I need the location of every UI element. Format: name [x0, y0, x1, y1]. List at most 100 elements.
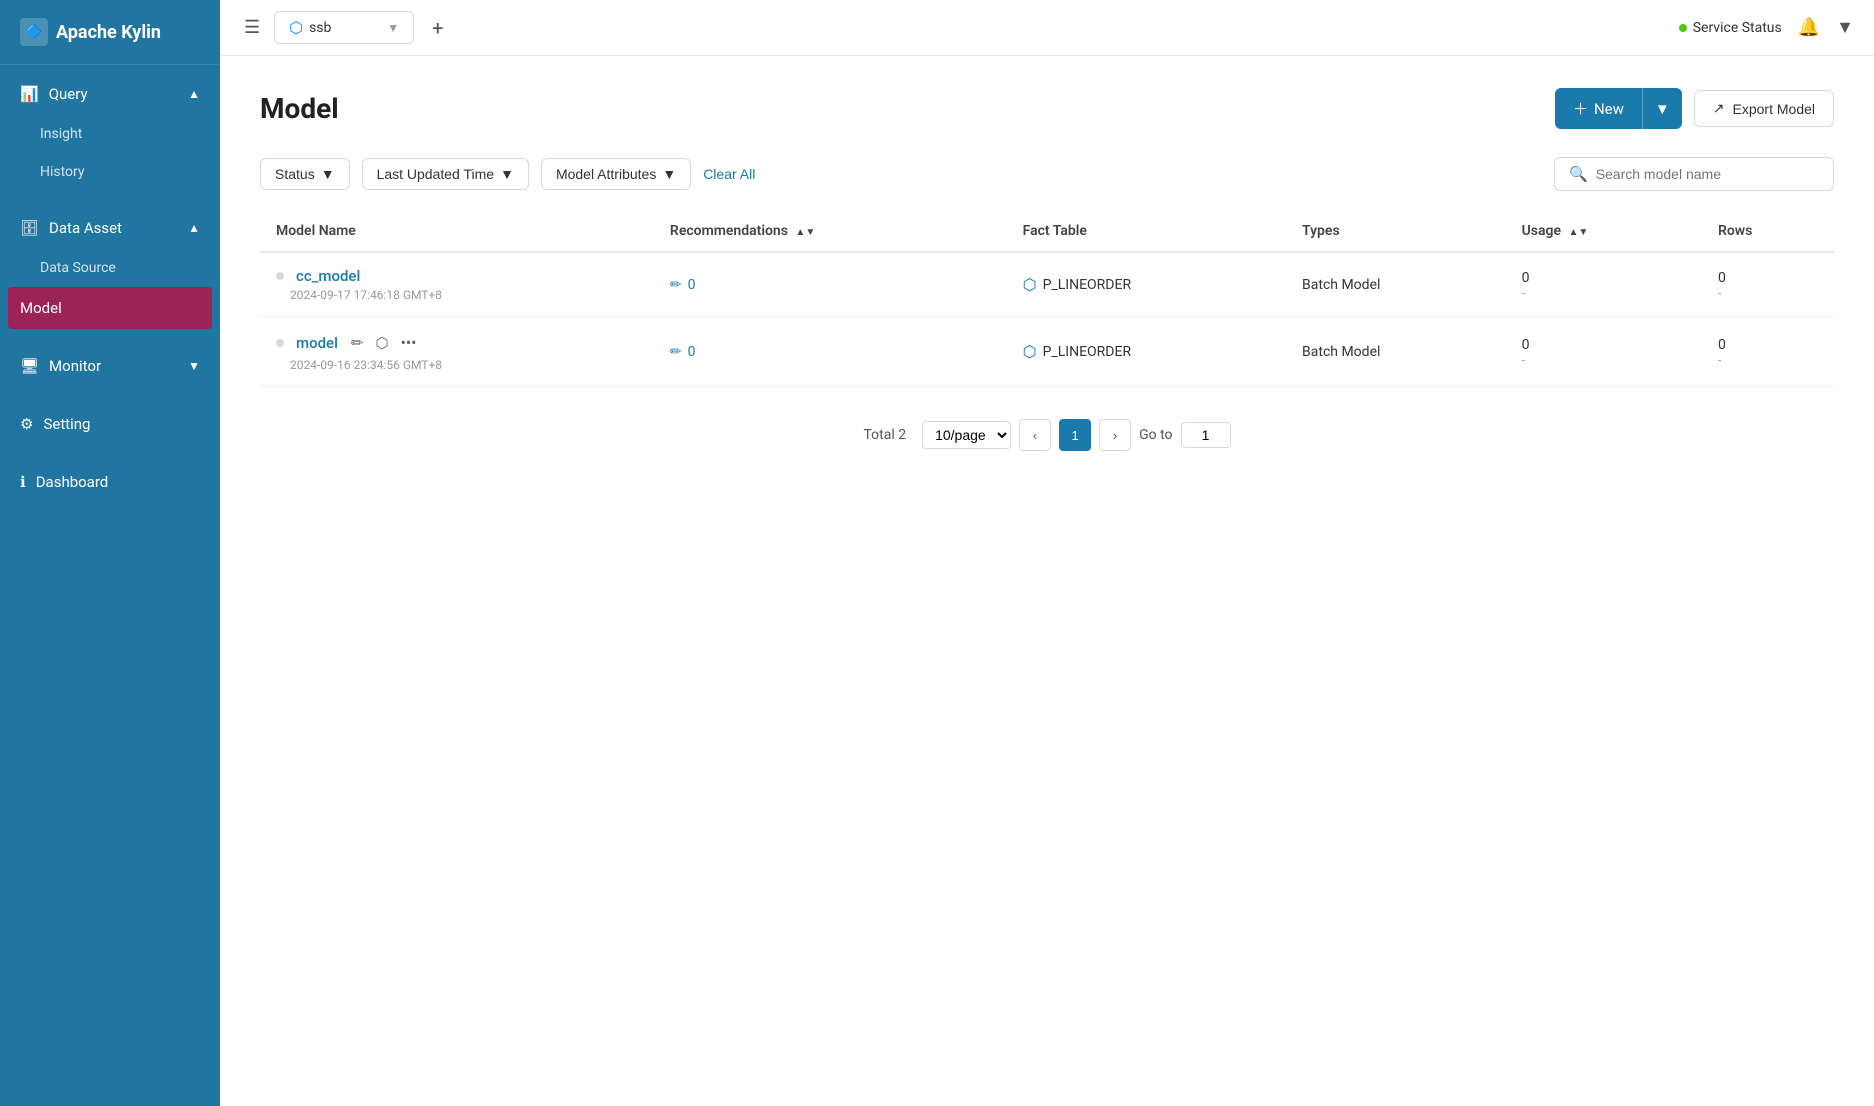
service-status: Service Status	[1679, 20, 1782, 36]
col-recommendations[interactable]: Recommendations ▲▼	[654, 211, 1007, 252]
cell-usage-cc_model: 0 -	[1506, 252, 1702, 317]
sidebar-item-label: Query	[49, 85, 88, 103]
sidebar-section-query: 📊 Query ▲ Insight History	[0, 65, 220, 199]
fact-table-name: P_LINEORDER	[1043, 344, 1131, 360]
header-actions: ＋ New ▼ ↗ Export Model	[1555, 88, 1834, 129]
new-button-label: New	[1594, 100, 1624, 118]
model-date: 2024-09-16 23:34:56 GMT+8	[276, 358, 638, 372]
sidebar-item-label: Dashboard	[36, 473, 109, 491]
sidebar-item-monitor[interactable]: 🖥 Monitor ▼	[0, 345, 220, 387]
col-types: Types	[1286, 211, 1506, 252]
model-table: Model Name Recommendations ▲▼ Fact Table…	[260, 211, 1834, 387]
project-chevron-icon: ▼	[387, 21, 399, 35]
table-row: cc_model 2024-09-17 17:46:18 GMT+8 ✏ 0 ⬡…	[260, 252, 1834, 317]
new-button[interactable]: ＋ New	[1555, 88, 1643, 129]
edit-icon[interactable]: ✏	[348, 331, 367, 355]
recommendations-link[interactable]: ✏ 0	[670, 277, 991, 293]
model-label: Model	[20, 299, 62, 317]
search-input[interactable]	[1596, 166, 1819, 182]
model-status-dot	[276, 272, 284, 280]
settings-icon[interactable]: ⬡	[372, 331, 391, 355]
setting-icon: ⚙	[20, 415, 33, 433]
sort-icon: ▲▼	[795, 228, 815, 238]
col-fact-table: Fact Table	[1007, 211, 1286, 252]
data-source-label: Data Source	[40, 260, 116, 276]
status-filter-label: Status	[275, 166, 315, 182]
plus-icon: ＋	[1573, 98, 1588, 119]
recommendations-link[interactable]: ✏ 0	[670, 344, 991, 360]
table-row: model ✏ ⬡ ••• 2024-09-16 23:34:56 GMT+8 …	[260, 317, 1834, 387]
cell-model-name-cc_model: cc_model 2024-09-17 17:46:18 GMT+8	[260, 252, 654, 317]
new-button-group: ＋ New ▼	[1555, 88, 1682, 129]
add-tab-button[interactable]: +	[424, 12, 451, 44]
sort-icon: ▲▼	[1569, 228, 1589, 238]
chevron-up-icon: ▲	[188, 87, 200, 101]
fact-table-name: P_LINEORDER	[1043, 277, 1131, 293]
sidebar-item-label: Setting	[43, 415, 90, 433]
model-name-text[interactable]: model	[296, 334, 338, 352]
col-rows: Rows	[1702, 211, 1834, 252]
cell-model-name-model: model ✏ ⬡ ••• 2024-09-16 23:34:56 GMT+8	[260, 317, 654, 387]
cell-rows-cc_model: 0 -	[1702, 252, 1834, 317]
project-icon: ⬡	[289, 18, 303, 37]
pagination: Total 2 10/page 20/page 50/page ‹ 1 › Go…	[260, 419, 1834, 451]
sidebar-item-setting[interactable]: ⚙ Setting	[0, 403, 220, 445]
sidebar-item-history[interactable]: History	[0, 153, 220, 191]
col-model-name: Model Name	[260, 211, 654, 252]
model-date: 2024-09-17 17:46:18 GMT+8	[276, 288, 638, 302]
clear-all-button[interactable]: Clear All	[703, 166, 755, 182]
sidebar: 🔷 Apache Kylin 📊 Query ▲ Insight History…	[0, 0, 220, 1106]
model-name-text[interactable]: cc_model	[296, 267, 360, 285]
rec-icon: ✏	[670, 277, 682, 293]
table-body: cc_model 2024-09-17 17:46:18 GMT+8 ✏ 0 ⬡…	[260, 252, 1834, 387]
page-1-button[interactable]: 1	[1059, 419, 1091, 451]
sidebar-section-dashboard: ℹ Dashboard	[0, 453, 220, 511]
model-type: Batch Model	[1302, 344, 1380, 360]
sidebar-item-insight[interactable]: Insight	[0, 115, 220, 153]
cell-rows-model: 0 -	[1702, 317, 1834, 387]
monitor-icon: 🖥	[20, 357, 39, 375]
notification-icon[interactable]: 🔔	[1798, 17, 1820, 38]
goto-label: Go to	[1139, 427, 1172, 443]
search-icon: 🔍	[1569, 165, 1588, 183]
service-status-label: Service Status	[1693, 20, 1782, 36]
sidebar-item-dashboard[interactable]: ℹ Dashboard	[0, 461, 220, 503]
search-box: 🔍	[1554, 157, 1834, 191]
menu-icon[interactable]: ☰	[240, 13, 264, 42]
model-attributes-chevron-icon: ▼	[662, 166, 676, 182]
dashboard-icon: ℹ	[20, 473, 26, 491]
model-attributes-filter[interactable]: Model Attributes ▼	[541, 158, 691, 190]
sidebar-item-model[interactable]: Model	[8, 287, 212, 329]
sidebar-item-data-source[interactable]: Data Source	[0, 249, 220, 287]
new-button-dropdown[interactable]: ▼	[1643, 90, 1682, 128]
status-chevron-icon: ▼	[321, 166, 335, 182]
sidebar-item-query[interactable]: 📊 Query ▲	[0, 73, 220, 115]
export-model-button[interactable]: ↗ Export Model	[1694, 90, 1834, 127]
filters-bar: Status ▼ Last Updated Time ▼ Model Attri…	[260, 157, 1834, 191]
app-logo: 🔷 Apache Kylin	[0, 0, 220, 65]
project-name: ssb	[309, 20, 331, 36]
table-header: Model Name Recommendations ▲▼ Fact Table…	[260, 211, 1834, 252]
goto-input[interactable]	[1181, 422, 1231, 448]
next-page-button[interactable]: ›	[1099, 419, 1131, 451]
sidebar-item-data-asset[interactable]: 🗄 Data Asset ▲	[0, 207, 220, 249]
prev-page-button[interactable]: ‹	[1019, 419, 1051, 451]
last-updated-filter[interactable]: Last Updated Time ▼	[362, 158, 529, 190]
cell-fact-table-cc_model: ⬡ P_LINEORDER	[1007, 252, 1286, 317]
export-button-label: Export Model	[1733, 101, 1815, 117]
topbar-right: Service Status 🔔 ▼	[1679, 17, 1854, 38]
page-size-select[interactable]: 10/page 20/page 50/page	[922, 421, 1011, 449]
status-indicator	[1679, 24, 1687, 32]
col-usage[interactable]: Usage ▲▼	[1506, 211, 1702, 252]
rec-icon: ✏	[670, 344, 682, 360]
insight-label: Insight	[40, 126, 82, 142]
more-icon[interactable]: •••	[398, 331, 420, 355]
expand-icon[interactable]: ▼	[1836, 17, 1854, 38]
sidebar-item-label: Monitor	[49, 357, 101, 375]
dropdown-chevron-icon: ▼	[1655, 100, 1670, 118]
project-selector[interactable]: ⬡ ssb ▼	[274, 11, 414, 44]
fact-table-icon: ⬡	[1023, 342, 1037, 361]
last-updated-chevron-icon: ▼	[500, 166, 514, 182]
export-icon: ↗	[1713, 100, 1725, 117]
status-filter[interactable]: Status ▼	[260, 158, 350, 190]
